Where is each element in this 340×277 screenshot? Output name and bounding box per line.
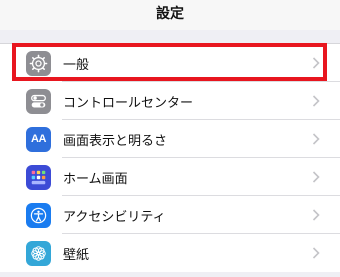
settings-row-home-screen[interactable]: ホーム画面 [0,158,340,196]
settings-row-control-center[interactable]: コントロールセンター [0,82,340,120]
chevron-right-icon [310,209,322,221]
wallpaper-icon [26,240,51,266]
chevron-right-icon [310,247,322,259]
chevron-right-icon [310,171,322,183]
settings-row-wallpaper[interactable]: 壁紙 [0,234,340,272]
page-title: 設定 [156,6,184,22]
settings-list: 一般 コントロールセンター AA 画面表示と明るさ ホーム画面 アクセシビリティ… [0,43,340,272]
chevron-right-icon [310,95,322,107]
section-gap [0,30,340,43]
settings-row-label: ホーム画面 [63,171,128,187]
chevron-right-icon [310,133,322,145]
settings-row-label: 壁紙 [63,247,90,263]
text-size-icon-label: AA [31,133,46,145]
settings-row-general[interactable]: 一般 [0,44,340,82]
settings-row-label: 一般 [63,57,90,73]
settings-row-label: コントロールセンター [63,95,194,111]
settings-row-display-brightness[interactable]: AA 画面表示と明るさ [0,120,340,158]
settings-row-label: アクセシビリティ [63,209,166,225]
gear-icon [26,50,51,76]
text-size-icon: AA [26,126,51,152]
toggles-icon [26,88,51,114]
chevron-right-icon [310,57,322,69]
home-grid-icon [26,164,51,190]
accessibility-icon [26,202,51,228]
settings-row-accessibility[interactable]: アクセシビリティ [0,196,340,234]
nav-bar: 設定 [0,0,340,30]
settings-row-label: 画面表示と明るさ [63,133,168,149]
